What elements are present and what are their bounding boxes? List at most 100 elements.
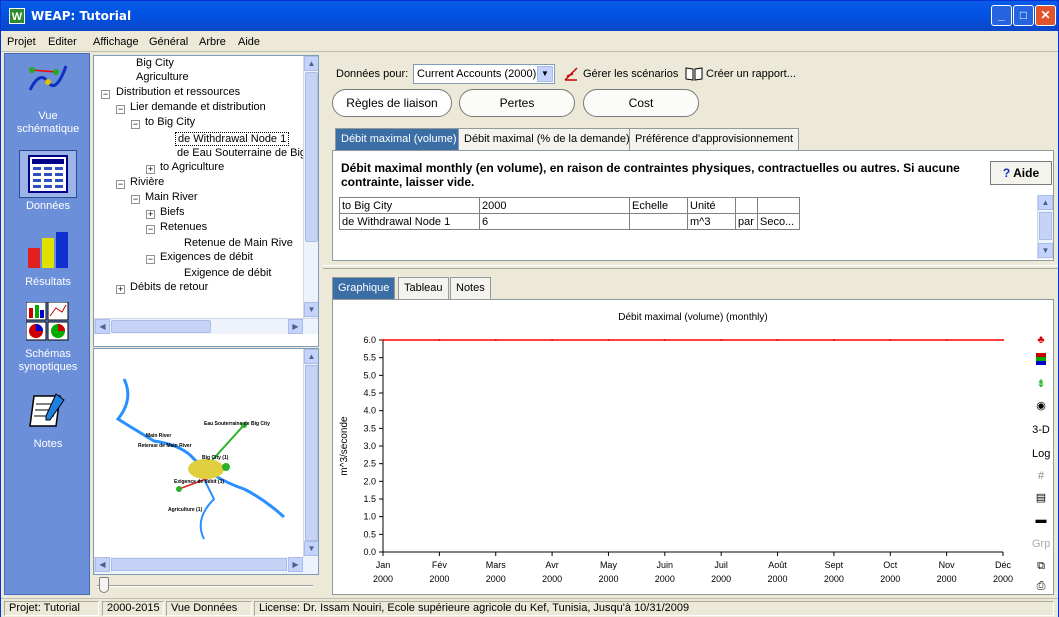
overviews-view-icon[interactable]: [26, 302, 70, 342]
scroll-right-icon[interactable]: ▶: [288, 319, 303, 334]
menu-general[interactable]: Général: [149, 36, 188, 48]
map-hscrollbar[interactable]: ◀ ▶: [94, 557, 318, 574]
maximize-button[interactable]: □: [1013, 5, 1034, 26]
tree-hscrollbar[interactable]: ◀ ▶: [94, 318, 318, 334]
data-view-label[interactable]: Données: [5, 200, 91, 213]
scroll-up-icon[interactable]: ▲: [304, 56, 318, 71]
manage-scenarios-icon[interactable]: [563, 66, 579, 82]
collapse-icon[interactable]: −: [131, 120, 140, 129]
tab-graph[interactable]: Graphique: [332, 277, 396, 299]
schematic-view-icon[interactable]: [26, 60, 70, 100]
menu-affichage[interactable]: Affichage: [93, 36, 139, 48]
legend-icon[interactable]: ▤: [1032, 489, 1050, 507]
tab-max-flow-volume[interactable]: Débit maximal (volume): [335, 128, 463, 150]
collapse-icon[interactable]: −: [146, 225, 155, 234]
tab-table[interactable]: Tableau: [398, 277, 449, 299]
collapse-icon[interactable]: −: [116, 105, 125, 114]
collapse-icon[interactable]: −: [131, 195, 140, 204]
table-vscrollbar[interactable]: ▲ ▼: [1037, 195, 1053, 259]
collapse-icon[interactable]: −: [116, 180, 125, 189]
dropdown-arrow-icon[interactable]: ▼: [537, 66, 553, 82]
table-row[interactable]: de Withdrawal Node 1 6 m^3 par Seco...: [339, 213, 800, 230]
scroll-right-icon[interactable]: ▶: [288, 557, 303, 572]
menu-arbre[interactable]: Arbre: [199, 36, 226, 48]
scroll-up-icon[interactable]: ▲: [1038, 195, 1053, 210]
expand-icon[interactable]: +: [146, 210, 155, 219]
panel-splitter[interactable]: [323, 265, 1058, 269]
line-chart[interactable]: Débit maximal (volume) (monthly) m^3/seco…: [333, 300, 1023, 594]
tree-item[interactable]: Agriculture: [136, 71, 189, 83]
scroll-down-icon[interactable]: ▼: [304, 302, 318, 317]
tree-item[interactable]: to Big City: [145, 116, 195, 128]
menu-editer[interactable]: Editer: [48, 36, 77, 48]
tree-item[interactable]: Retenue de Main Rive: [184, 237, 293, 249]
print-icon[interactable]: ⎙: [1032, 577, 1050, 595]
grid-icon[interactable]: #: [1032, 467, 1050, 485]
table-cell-time[interactable]: Seco...: [757, 213, 800, 230]
tab-notes[interactable]: Notes: [450, 277, 491, 299]
minimize-button[interactable]: _: [991, 5, 1012, 26]
tab-supply-preference[interactable]: Préférence d'approvisionnement: [629, 128, 800, 150]
notes-view-icon[interactable]: [26, 390, 70, 430]
stack-icon[interactable]: ⇟: [1032, 375, 1050, 393]
color-bars-icon[interactable]: [1032, 353, 1050, 371]
scroll-left-icon[interactable]: ◀: [95, 557, 110, 572]
linking-rules-button[interactable]: Règles de liaison: [332, 89, 452, 117]
line-style-icon[interactable]: ▬: [1032, 511, 1050, 529]
tree-item[interactable]: Rivière: [130, 176, 164, 188]
tree-item[interactable]: Exigences de débit: [160, 251, 253, 263]
table-cell-per[interactable]: par: [735, 213, 758, 230]
table-cell-unit[interactable]: m^3: [687, 213, 736, 230]
title-bar[interactable]: W WEAP: Tutorial _ □ ✕: [1, 1, 1058, 31]
data-tree[interactable]: Big City Agriculture − Distribution et r…: [93, 55, 319, 347]
table-cell-branch[interactable]: de Withdrawal Node 1: [339, 213, 480, 230]
log-toggle[interactable]: Log: [1032, 445, 1050, 463]
slider-thumb[interactable]: [99, 577, 109, 593]
palette-icon[interactable]: ◉: [1032, 397, 1050, 415]
tree-item[interactable]: to Agriculture: [160, 161, 224, 173]
expand-icon[interactable]: +: [146, 165, 155, 174]
tree-item[interactable]: Main River: [145, 191, 198, 203]
copy-icon[interactable]: ⧉: [1032, 557, 1050, 575]
tree-item[interactable]: Distribution et ressources: [116, 86, 240, 98]
manage-scenarios-link[interactable]: Gérer les scénarios: [583, 68, 678, 80]
notes-view-label[interactable]: Notes: [5, 438, 91, 451]
scroll-left-icon[interactable]: ◀: [95, 319, 110, 334]
scenario-select[interactable]: Current Accounts (2000) ▼: [413, 64, 555, 84]
scroll-down-icon[interactable]: ▼: [1038, 243, 1053, 258]
close-button[interactable]: ✕: [1035, 5, 1056, 26]
tree-item[interactable]: Débits de retour: [130, 281, 208, 293]
scroll-thumb[interactable]: [305, 365, 318, 541]
data-table[interactable]: to Big City 2000 Echelle Unité de Withdr…: [339, 197, 800, 230]
help-button[interactable]: ? Aide: [990, 161, 1052, 185]
table-cell-scale[interactable]: [629, 213, 688, 230]
tree-item[interactable]: Biefs: [160, 206, 184, 218]
scroll-up-icon[interactable]: ▲: [304, 349, 318, 364]
schematic-view-label[interactable]: Vue schématique: [5, 110, 91, 136]
book-icon[interactable]: [685, 66, 703, 82]
scroll-thumb[interactable]: [111, 558, 287, 571]
tree-vscrollbar[interactable]: ▲ ▼: [303, 56, 318, 318]
scroll-thumb[interactable]: [305, 72, 318, 242]
cost-button[interactable]: Cost: [583, 89, 699, 117]
menu-aide[interactable]: Aide: [238, 36, 260, 48]
data-view-selected[interactable]: [19, 150, 77, 198]
group-toggle[interactable]: Grp: [1032, 535, 1050, 553]
map-vscrollbar[interactable]: ▲ ▼: [303, 349, 318, 557]
tree-item[interactable]: Exigence de débit: [184, 267, 271, 279]
tree-item-selected[interactable]: de Withdrawal Node 1: [175, 132, 290, 146]
zoom-slider[interactable]: [93, 576, 319, 594]
3d-toggle[interactable]: 3-D: [1032, 421, 1050, 439]
table-cell-value[interactable]: 6: [479, 213, 630, 230]
tree-item[interactable]: Big City: [136, 57, 174, 69]
collapse-icon[interactable]: −: [101, 90, 110, 99]
scroll-thumb[interactable]: [111, 320, 211, 333]
expand-icon[interactable]: +: [116, 285, 125, 294]
tree-item[interactable]: Lier demande et distribution: [130, 101, 266, 113]
scroll-thumb[interactable]: [1039, 212, 1052, 240]
mini-schematic-map[interactable]: Eau Souterraine de Big City Main River R…: [93, 348, 319, 575]
collapse-icon[interactable]: −: [146, 255, 155, 264]
results-view-icon[interactable]: [26, 230, 70, 270]
menu-projet[interactable]: Projet: [7, 36, 36, 48]
create-report-link[interactable]: Créer un rapport...: [706, 68, 796, 80]
